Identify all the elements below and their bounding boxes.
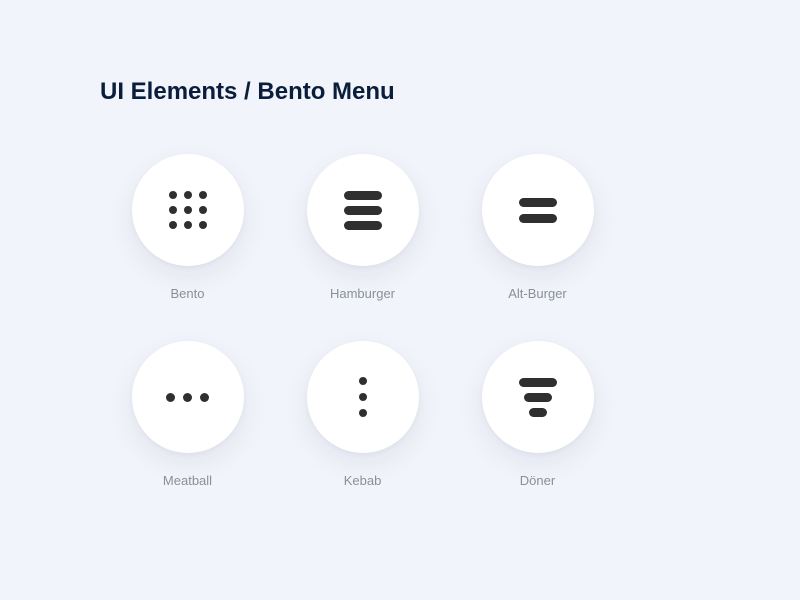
icon-circle <box>482 154 594 266</box>
icon-circle <box>307 341 419 453</box>
doner-icon <box>519 378 557 417</box>
alt-burger-icon <box>519 198 557 223</box>
icon-circle <box>307 154 419 266</box>
kebab-icon <box>359 377 367 417</box>
icon-circle <box>482 341 594 453</box>
icon-circle <box>132 341 244 453</box>
icon-label: Bento <box>171 286 205 301</box>
menu-item-bento: Bento <box>100 154 275 301</box>
menu-item-meatball: Meatball <box>100 341 275 488</box>
menu-item-hamburger: Hamburger <box>275 154 450 301</box>
icon-label: Kebab <box>344 473 382 488</box>
icon-label: Hamburger <box>330 286 395 301</box>
page-title: UI Elements / Bento Menu <box>100 78 700 106</box>
icon-circle <box>132 154 244 266</box>
menu-item-kebab: Kebab <box>275 341 450 488</box>
meatball-icon <box>166 393 209 402</box>
icon-label: Döner <box>520 473 555 488</box>
menu-item-doner: Döner <box>450 341 625 488</box>
icon-grid: Bento Hamburger Alt-Burger Meatball <box>100 154 700 488</box>
icon-label: Alt-Burger <box>508 286 567 301</box>
bento-icon <box>169 191 207 229</box>
hamburger-icon <box>344 191 382 230</box>
menu-item-alt-burger: Alt-Burger <box>450 154 625 301</box>
icon-label: Meatball <box>163 473 212 488</box>
